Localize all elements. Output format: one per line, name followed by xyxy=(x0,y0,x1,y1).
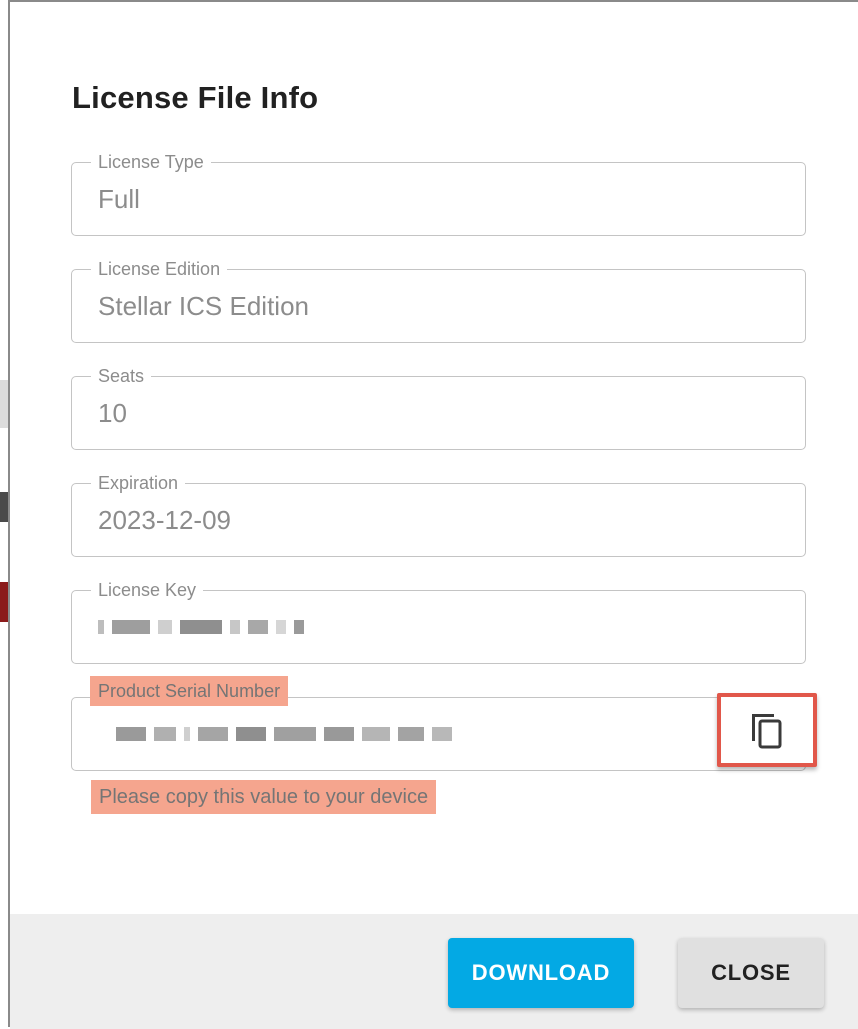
license-edition-label: License Edition xyxy=(91,256,228,282)
product-serial-number-field: Product Serial Number xyxy=(71,676,817,771)
copy-icon xyxy=(752,714,782,749)
license-key-field: License Key xyxy=(71,577,806,664)
backdrop-mark xyxy=(0,582,8,622)
expiration-value: 2023-12-09 xyxy=(98,505,231,535)
expiration-label: Expiration xyxy=(91,470,186,496)
license-edition-value: Stellar ICS Edition xyxy=(98,291,309,321)
product-serial-redacted-value xyxy=(116,718,452,750)
backdrop xyxy=(0,0,8,1027)
license-type-value: Full xyxy=(98,184,140,214)
close-button[interactable]: CLOSE xyxy=(678,938,824,1008)
license-type-field: License Type Full xyxy=(71,149,806,236)
expiration-field: Expiration 2023-12-09 xyxy=(71,470,806,557)
license-type-label: License Type xyxy=(91,149,211,175)
copy-serial-button[interactable] xyxy=(717,693,817,767)
backdrop-mark xyxy=(0,380,8,428)
serial-helper-text: Please copy this value to your device xyxy=(91,780,437,814)
seats-label: Seats xyxy=(91,363,152,389)
download-button[interactable]: DOWNLOAD xyxy=(448,938,634,1008)
dialog-footer: DOWNLOAD CLOSE xyxy=(10,914,858,1029)
dialog-title: License File Info xyxy=(72,80,319,115)
seats-field: Seats 10 xyxy=(71,363,806,450)
license-edition-field: License Edition Stellar ICS Edition xyxy=(71,256,806,343)
license-file-info-dialog: License File Info License Type Full Lice… xyxy=(8,0,858,1029)
product-serial-number-label: Product Serial Number xyxy=(90,676,289,706)
license-key-label: License Key xyxy=(91,577,204,603)
seats-value: 10 xyxy=(98,398,127,428)
backdrop-mark xyxy=(0,492,8,522)
license-key-redacted-value xyxy=(98,611,304,643)
